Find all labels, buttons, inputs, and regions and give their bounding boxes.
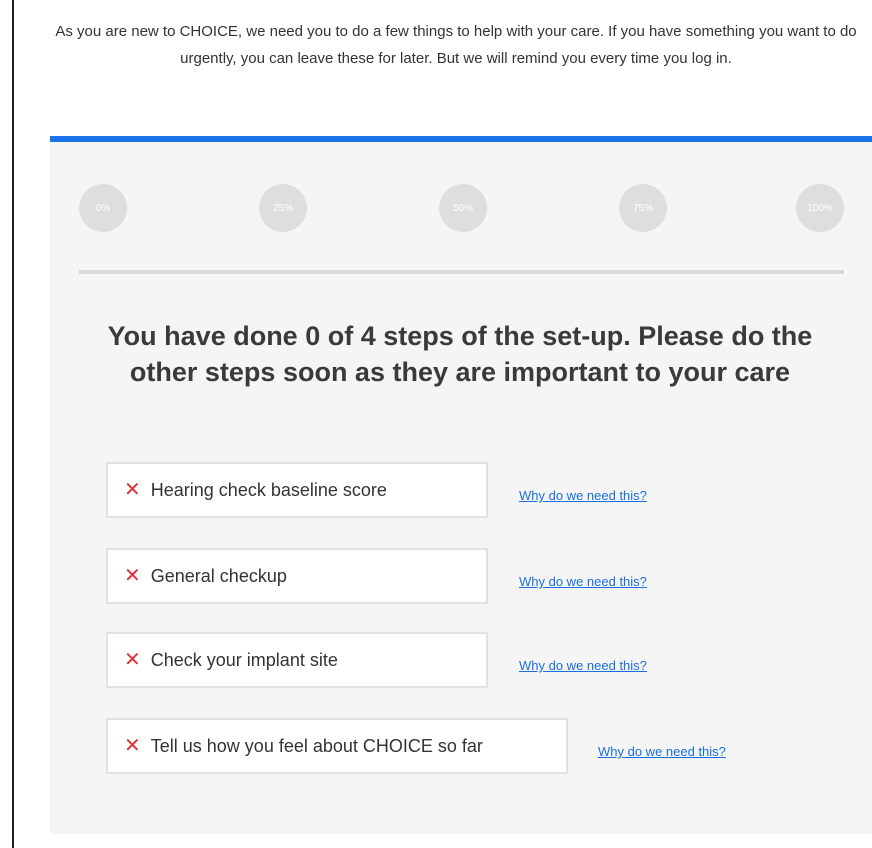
milestone-50: 50%	[439, 184, 487, 232]
why-link-feedback[interactable]: Why do we need this?	[598, 744, 726, 759]
page-frame: As you are new to CHOICE, we need you to…	[12, 0, 872, 848]
why-link-implant-site[interactable]: Why do we need this?	[519, 658, 647, 673]
cross-icon: ✕	[124, 735, 141, 757]
milestone-0: 0%	[79, 184, 127, 232]
step-label: General checkup	[150, 565, 287, 586]
step-feedback[interactable]: ✕ Tell us how you feel about CHOICE so f…	[106, 718, 568, 774]
milestone-75: 75%	[619, 184, 667, 232]
why-link-hearing-check[interactable]: Why do we need this?	[519, 488, 647, 503]
milestone-25: 25%	[259, 184, 307, 232]
intro-text: As you are new to CHOICE, we need you to…	[55, 23, 857, 67]
setup-panel: 0% 25% 50% 75% 100% You have done 0 of 4…	[50, 136, 872, 834]
cross-icon: ✕	[124, 649, 141, 671]
cross-icon: ✕	[124, 565, 141, 587]
cross-icon: ✕	[124, 479, 141, 501]
why-link-general-checkup[interactable]: Why do we need this?	[519, 574, 647, 589]
step-hearing-check[interactable]: ✕ Hearing check baseline score	[106, 462, 488, 518]
step-label: Check your implant site	[150, 649, 338, 670]
page-title: You have done 0 of 4 steps of the set-up…	[107, 321, 813, 387]
milestone-100: 100%	[796, 184, 844, 232]
step-implant-site[interactable]: ✕ Check your implant site	[106, 632, 488, 688]
step-label: Hearing check baseline score	[150, 479, 387, 500]
step-general-checkup[interactable]: ✕ General checkup	[106, 548, 488, 604]
progress-track	[79, 270, 844, 274]
step-label: Tell us how you feel about CHOICE so far	[150, 735, 483, 756]
accent-bar	[50, 136, 872, 142]
